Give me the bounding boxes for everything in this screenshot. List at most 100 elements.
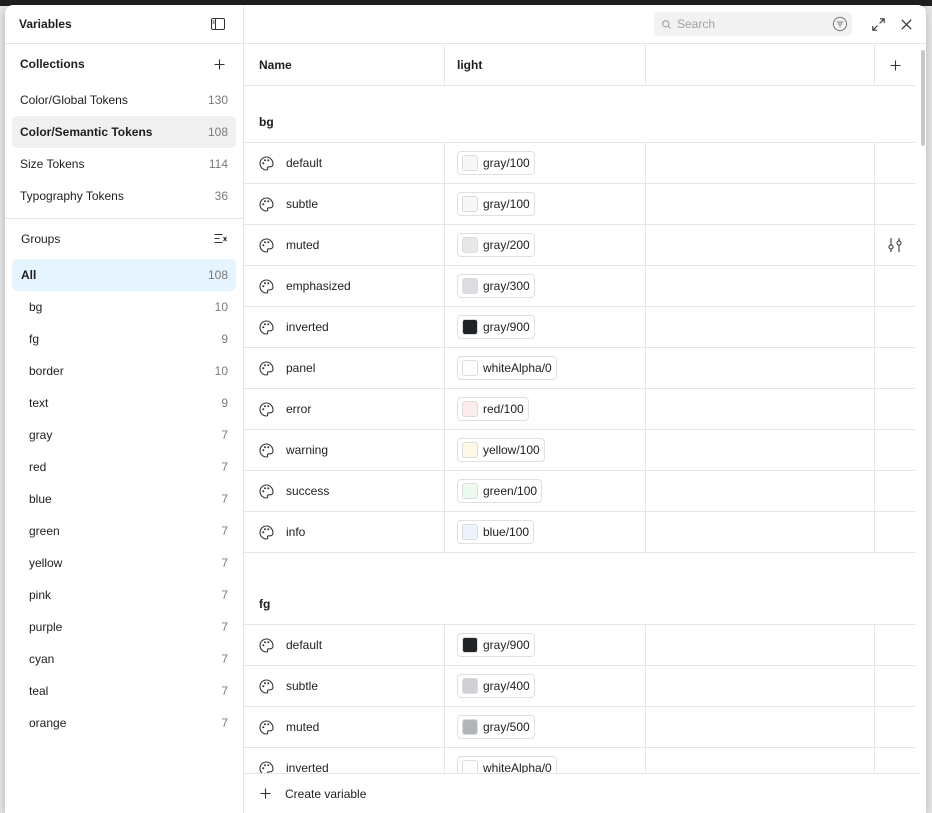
row-actions-cell[interactable]	[875, 348, 915, 388]
variable-name-cell[interactable]: success	[244, 471, 445, 511]
table-row[interactable]: default gray/100	[244, 143, 915, 184]
value-chip[interactable]: gray/900	[457, 315, 535, 339]
variable-name-cell[interactable]: inverted	[244, 307, 445, 347]
collection-item[interactable]: Color/Global Tokens 130	[12, 84, 236, 116]
variable-name-cell[interactable]: error	[244, 389, 445, 429]
value-chip[interactable]: red/100	[457, 397, 529, 421]
toggle-sidebar-icon[interactable]	[206, 12, 230, 36]
variable-value-cell[interactable]: green/100	[445, 471, 646, 511]
table-row[interactable]: inverted whiteAlpha/0	[244, 748, 915, 773]
group-item[interactable]: orange 7	[12, 707, 236, 739]
variable-value-cell[interactable]: gray/200	[445, 225, 646, 265]
variable-name-cell[interactable]: panel	[244, 348, 445, 388]
row-actions-cell[interactable]	[875, 143, 915, 183]
search-box[interactable]	[654, 12, 852, 36]
value-chip[interactable]: gray/100	[457, 192, 535, 216]
expand-icon[interactable]	[866, 12, 890, 36]
collapse-groups-icon[interactable]	[208, 227, 232, 251]
group-item[interactable]: purple 7	[12, 611, 236, 643]
variable-name-cell[interactable]: muted	[244, 707, 445, 747]
value-chip[interactable]: gray/900	[457, 633, 535, 657]
add-mode-icon[interactable]	[875, 45, 915, 85]
value-chip[interactable]: green/100	[457, 479, 543, 503]
value-chip[interactable]: gray/200	[457, 233, 535, 257]
value-chip[interactable]: gray/100	[457, 151, 535, 175]
variable-value-cell[interactable]: gray/100	[445, 184, 646, 224]
group-item[interactable]: yellow 7	[12, 547, 236, 579]
row-actions-cell[interactable]	[875, 430, 915, 470]
variable-value-cell[interactable]: gray/900	[445, 625, 646, 665]
row-actions-cell[interactable]	[875, 389, 915, 429]
collection-item[interactable]: Typography Tokens 36	[12, 180, 236, 212]
row-actions-cell[interactable]	[875, 666, 915, 706]
table-row[interactable]: default gray/900	[244, 625, 915, 666]
variable-name-cell[interactable]: warning	[244, 430, 445, 470]
value-chip[interactable]: gray/500	[457, 715, 535, 739]
variable-value-cell[interactable]: gray/500	[445, 707, 646, 747]
variable-name-cell[interactable]: subtle	[244, 666, 445, 706]
table-row[interactable]: muted gray/500	[244, 707, 915, 748]
variable-value-cell[interactable]: gray/300	[445, 266, 646, 306]
row-actions-cell[interactable]	[875, 471, 915, 511]
variable-value-cell[interactable]: gray/400	[445, 666, 646, 706]
row-actions-cell[interactable]	[875, 625, 915, 665]
table-row[interactable]: warning yellow/100	[244, 430, 915, 471]
row-actions-cell[interactable]	[875, 307, 915, 347]
group-item[interactable]: text 9	[12, 387, 236, 419]
table-row[interactable]: success green/100	[244, 471, 915, 512]
variable-value-cell[interactable]: blue/100	[445, 512, 646, 552]
variable-value-cell[interactable]: whiteAlpha/0	[445, 748, 646, 773]
filter-icon[interactable]	[832, 16, 848, 32]
table-row[interactable]: muted gray/200	[244, 225, 915, 266]
variable-name-cell[interactable]: emphasized	[244, 266, 445, 306]
close-icon[interactable]	[894, 12, 918, 36]
create-variable-button[interactable]: Create variable	[244, 773, 920, 813]
collection-item[interactable]: Size Tokens 114	[12, 148, 236, 180]
group-item[interactable]: cyan 7	[12, 643, 236, 675]
table-row[interactable]: subtle gray/100	[244, 184, 915, 225]
row-actions-cell[interactable]	[875, 707, 915, 747]
row-actions-cell[interactable]	[875, 512, 915, 552]
variable-name-cell[interactable]: default	[244, 143, 445, 183]
variable-name-cell[interactable]: info	[244, 512, 445, 552]
group-item[interactable]: bg 10	[12, 291, 236, 323]
variable-name-cell[interactable]: default	[244, 625, 445, 665]
table-scrollbar[interactable]	[921, 50, 925, 146]
variable-name-cell[interactable]: subtle	[244, 184, 445, 224]
row-actions-cell[interactable]	[875, 225, 915, 265]
collection-item[interactable]: Color/Semantic Tokens 108	[12, 116, 236, 148]
variable-value-cell[interactable]: red/100	[445, 389, 646, 429]
variable-value-cell[interactable]: yellow/100	[445, 430, 646, 470]
table-row[interactable]: error red/100	[244, 389, 915, 430]
group-item[interactable]: pink 7	[12, 579, 236, 611]
row-actions-cell[interactable]	[875, 266, 915, 306]
group-item[interactable]: fg 9	[12, 323, 236, 355]
value-chip[interactable]: gray/400	[457, 674, 535, 698]
add-collection-icon[interactable]	[207, 52, 231, 76]
value-chip[interactable]: whiteAlpha/0	[457, 756, 557, 773]
group-item[interactable]: gray 7	[12, 419, 236, 451]
variable-value-cell[interactable]: gray/900	[445, 307, 646, 347]
group-item-all[interactable]: All 108	[12, 259, 236, 291]
table-row[interactable]: subtle gray/400	[244, 666, 915, 707]
row-actions-cell[interactable]	[875, 184, 915, 224]
column-mode-header[interactable]: light	[445, 45, 646, 85]
group-item[interactable]: red 7	[12, 451, 236, 483]
table-row[interactable]: emphasized gray/300	[244, 266, 915, 307]
row-actions-cell[interactable]	[875, 748, 915, 773]
variable-value-cell[interactable]: gray/100	[445, 143, 646, 183]
value-chip[interactable]: whiteAlpha/0	[457, 356, 557, 380]
search-input[interactable]	[677, 17, 832, 31]
group-item[interactable]: teal 7	[12, 675, 236, 707]
value-chip[interactable]: blue/100	[457, 520, 535, 544]
table-row[interactable]: panel whiteAlpha/0	[244, 348, 915, 389]
group-item[interactable]: blue 7	[12, 483, 236, 515]
variable-name-cell[interactable]: inverted	[244, 748, 445, 773]
variable-name-cell[interactable]: muted	[244, 225, 445, 265]
group-item[interactable]: green 7	[12, 515, 236, 547]
group-item[interactable]: border 10	[12, 355, 236, 387]
sliders-icon[interactable]	[887, 237, 903, 253]
table-row[interactable]: inverted gray/900	[244, 307, 915, 348]
value-chip[interactable]: gray/300	[457, 274, 535, 298]
table-row[interactable]: info blue/100	[244, 512, 915, 553]
